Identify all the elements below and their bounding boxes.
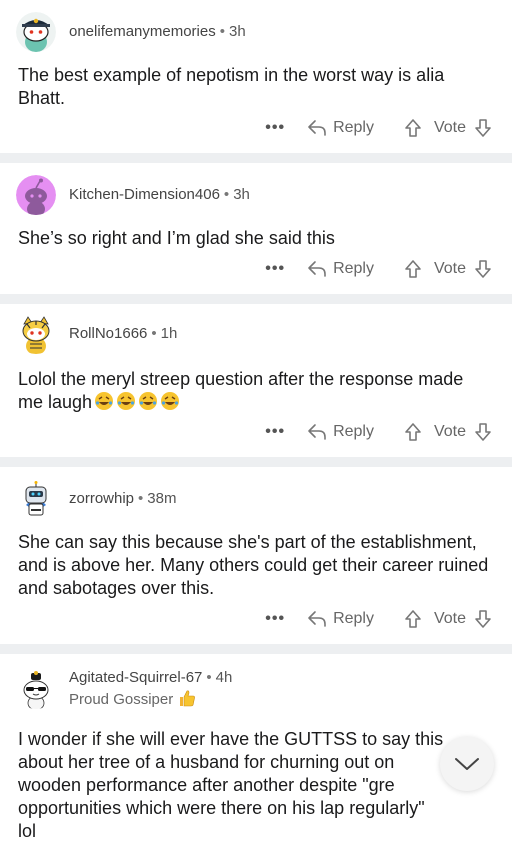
meta-separator: •	[219, 23, 225, 40]
username[interactable]: Agitated-Squirrel-67	[69, 669, 202, 686]
avatar-hat-icon[interactable]	[16, 12, 56, 52]
comment-header: RollNo1666 • 1h	[16, 314, 177, 354]
vote-label: Vote	[433, 610, 466, 627]
upvote-icon[interactable]	[404, 609, 422, 629]
comment-actions: ••• Reply Vote	[265, 422, 492, 442]
comment-divider	[0, 457, 512, 467]
scroll-down-button[interactable]	[440, 737, 494, 791]
comment-line: opportunities which were there on his la…	[18, 798, 425, 818]
upvote-icon[interactable]	[404, 422, 422, 442]
more-options-button[interactable]: •••	[265, 260, 285, 278]
more-options-button[interactable]: •••	[265, 119, 285, 137]
meta-separator: •	[138, 490, 144, 507]
rofl-emoji	[161, 392, 180, 410]
reply-button[interactable]: Reply	[307, 423, 374, 441]
reply-button[interactable]: Reply	[307, 260, 374, 278]
comment-actions: ••• Reply Vote	[265, 259, 492, 279]
reply-label: Reply	[333, 610, 374, 627]
timestamp: 3h	[229, 23, 246, 40]
timestamp: 3h	[233, 186, 250, 203]
comment-meta: RollNo1666 • 1h	[69, 324, 177, 344]
vote-label: Vote	[433, 119, 466, 136]
comment-text: Lolol the meryl streep question after th…	[18, 369, 464, 412]
comment-line: about her tree of a husband for churning…	[18, 752, 395, 772]
rofl-emoji	[117, 392, 136, 410]
comment-line: lol	[18, 821, 37, 841]
comment-header: onelifemanymemories • 3h	[16, 12, 246, 52]
comment-meta: Kitchen-Dimension406 • 3h	[69, 185, 250, 205]
comment-actions: ••• Reply Vote	[265, 118, 492, 138]
comment-divider	[0, 644, 512, 654]
upvote-icon[interactable]	[404, 259, 422, 279]
vote-label: Vote	[433, 423, 466, 440]
comment: zorrowhip • 38m She can say this because s…	[0, 467, 512, 644]
comment: onelifemanymemories • 3h The best example …	[0, 0, 512, 153]
chevron-down-icon	[455, 758, 479, 770]
comment-body: I wonder if she will ever have the GUTTS…	[18, 728, 490, 841]
comment-body: Lolol the meryl streep question after th…	[18, 368, 490, 414]
comment: Agitated-Squirrel-67 • 4h Proud Gossiper I…	[0, 654, 512, 841]
comment-divider	[0, 294, 512, 304]
username[interactable]: onelifemanymemories	[69, 23, 216, 40]
comment-meta: onelifemanymemories • 3h	[69, 22, 246, 42]
comment-body: The best example of nepotism in the wors…	[18, 65, 445, 108]
vote-control: Vote	[404, 609, 492, 629]
meta-separator: •	[206, 669, 212, 686]
comment-body: She can say this because she's part of t…	[18, 532, 489, 598]
upvote-icon[interactable]	[404, 118, 422, 138]
timestamp: 1h	[160, 325, 178, 342]
comment-header: zorrowhip • 38m	[16, 479, 176, 519]
comment-header: Agitated-Squirrel-67 • 4h Proud Gossiper	[16, 668, 232, 710]
downvote-icon[interactable]	[474, 118, 492, 138]
flair-text: Proud Gossiper	[69, 691, 174, 708]
reply-label: Reply	[333, 119, 374, 136]
username[interactable]: zorrowhip	[69, 490, 134, 507]
comment-header: Kitchen-Dimension406 • 3h	[16, 175, 250, 215]
comment-line: wooden performance after another despite…	[18, 775, 395, 795]
vote-label: Vote	[433, 260, 466, 277]
comment-divider	[0, 153, 512, 163]
rofl-emoji	[95, 392, 114, 410]
reply-button[interactable]: Reply	[307, 119, 374, 137]
meta-separator: •	[223, 186, 230, 203]
comment-body: She’s so right and I’m glad she said thi…	[18, 228, 335, 248]
vote-control: Vote	[404, 259, 492, 279]
comment: RollNo1666 • 1h Lolol the meryl streep que…	[0, 304, 512, 457]
reply-icon	[308, 261, 326, 277]
reply-label: Reply	[333, 260, 374, 277]
thumbs-up-emoji	[180, 690, 196, 707]
reply-label: Reply	[333, 423, 374, 440]
more-options-button[interactable]: •••	[265, 423, 285, 441]
username[interactable]: Kitchen-Dimension406	[69, 186, 220, 203]
downvote-icon[interactable]	[474, 609, 492, 629]
comment-meta: Agitated-Squirrel-67 • 4h Proud Gossiper	[69, 668, 232, 710]
meta-separator: •	[151, 325, 157, 342]
avatar-robot-icon[interactable]	[16, 479, 56, 519]
comment: Kitchen-Dimension406 • 3h She’s so right a…	[0, 163, 512, 294]
more-options-button[interactable]: •••	[265, 610, 285, 628]
avatar-default-icon[interactable]	[16, 175, 56, 215]
reply-icon	[308, 611, 326, 627]
reply-icon	[308, 120, 326, 136]
downvote-icon[interactable]	[474, 422, 492, 442]
avatar-sunglasses-icon[interactable]	[16, 669, 56, 709]
comment-actions: ••• Reply Vote	[265, 609, 492, 629]
downvote-icon[interactable]	[474, 259, 492, 279]
username[interactable]: RollNo1666	[69, 325, 147, 342]
timestamp: 4h	[215, 669, 233, 686]
avatar-tiger-icon[interactable]	[16, 314, 56, 354]
vote-control: Vote	[404, 422, 492, 442]
comment-feed: onelifemanymemories • 3h The best example …	[0, 0, 512, 841]
reply-icon	[308, 424, 326, 440]
reply-button[interactable]: Reply	[307, 610, 374, 628]
vote-control: Vote	[404, 118, 492, 138]
timestamp: 38m	[147, 490, 177, 507]
user-flair: Proud Gossiper	[69, 688, 232, 710]
comment-meta: zorrowhip • 38m	[69, 489, 176, 509]
rofl-emoji	[139, 392, 158, 410]
comment-line: I wonder if she will ever have the GUTTS…	[18, 729, 444, 749]
